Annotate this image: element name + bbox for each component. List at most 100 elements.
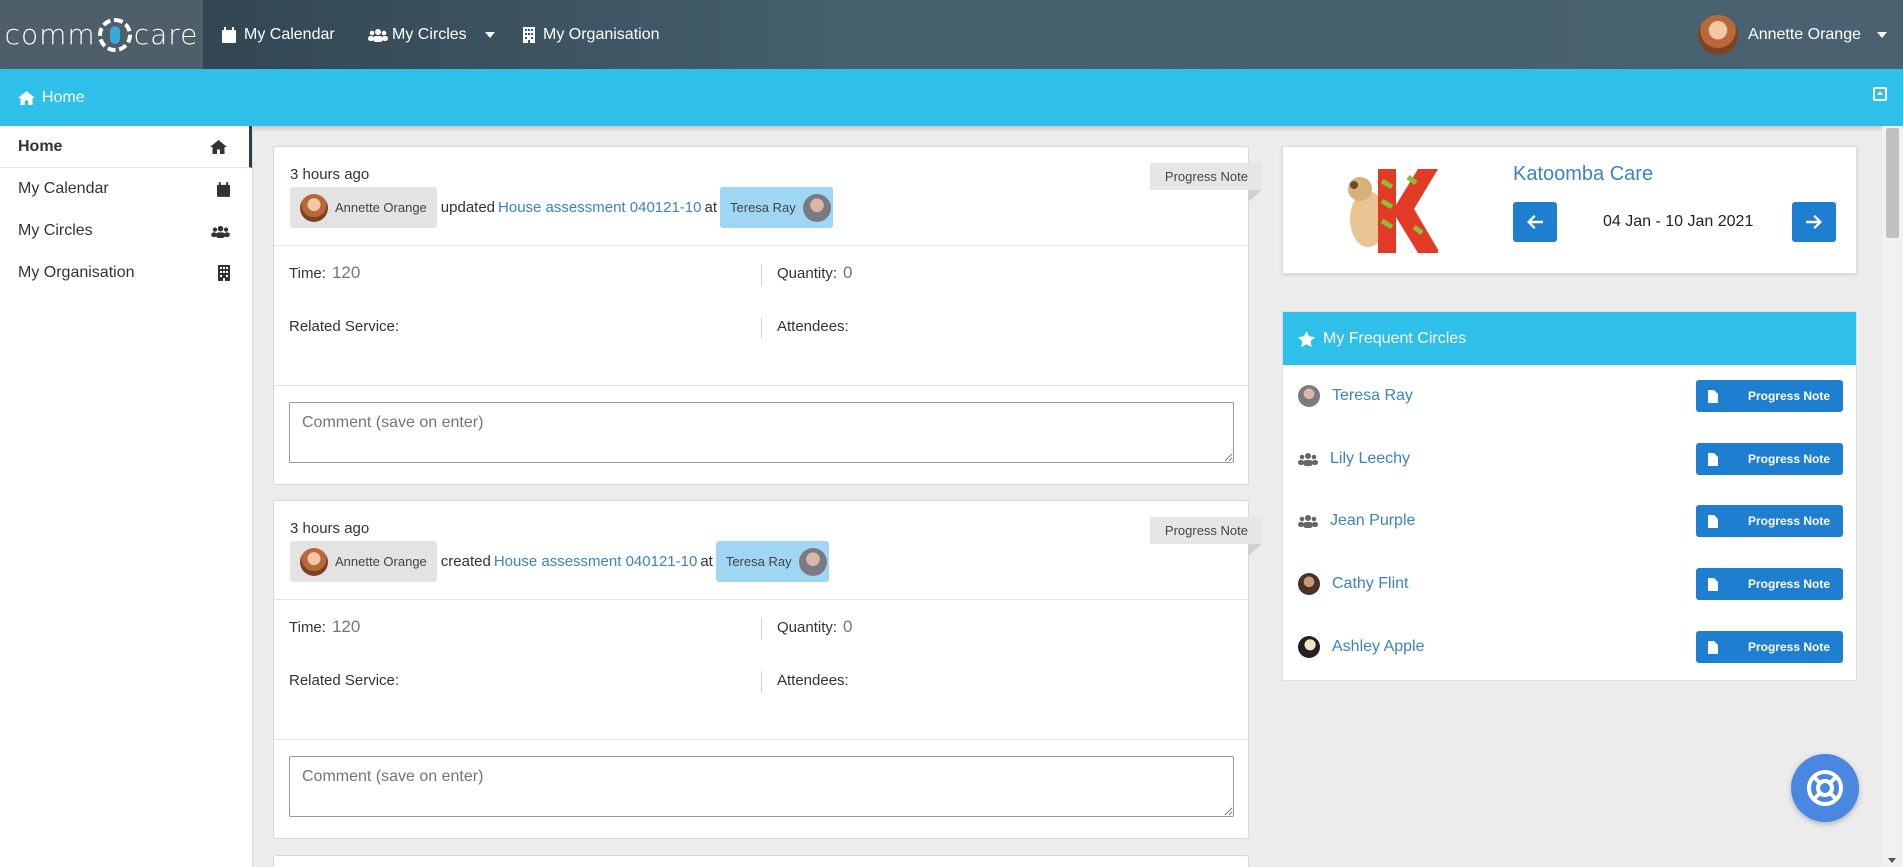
actor-chip[interactable]: Annette Orange (290, 187, 437, 228)
progress-note-button[interactable]: Progress Note (1696, 380, 1843, 412)
document-link[interactable]: House assessment 040121-10 (498, 199, 701, 216)
file-icon (1708, 640, 1718, 654)
comment-input[interactable] (289, 756, 1234, 817)
quantity-label: Quantity: (777, 265, 838, 282)
building-icon (218, 265, 230, 281)
feed-card (273, 855, 1249, 867)
progress-note-button-label: Progress Note (1748, 640, 1831, 654)
list-item: Cathy Flint Progress Note (1298, 568, 1843, 600)
list-item: Teresa Ray Progress Note (1298, 380, 1843, 412)
frequent-circles-header: My Frequent Circles (1283, 312, 1856, 365)
quantity-value: 0 (843, 617, 853, 636)
nav-my-calendar-label: My Calendar (244, 25, 335, 43)
circle-name-link[interactable]: Teresa Ray (1332, 387, 1413, 405)
actor-chip[interactable]: Annette Orange (290, 541, 437, 582)
chevron-down-icon (484, 31, 495, 38)
user-name: Annette Orange (1748, 25, 1861, 43)
group-icon (368, 28, 388, 42)
sidebar: Home My Calendar My Circles My Organisat… (0, 126, 253, 867)
avatar (802, 193, 831, 222)
time-value: 120 (331, 263, 361, 282)
avatar (798, 547, 827, 576)
previous-week-button[interactable] (1513, 202, 1557, 242)
document-link[interactable]: House assessment 040121-10 (494, 553, 697, 570)
attendees-label: Attendees: (777, 318, 849, 335)
home-icon (210, 139, 227, 154)
feed-fields: Time: 120 Quantity: 0 Related Service: Att… (274, 246, 1248, 386)
avatar (1298, 636, 1320, 658)
avatar (1698, 14, 1739, 55)
progress-note-button[interactable]: Progress Note (1696, 443, 1843, 475)
related-service-label: Related Service: (289, 318, 400, 335)
commcare-logo[interactable]: comm care (0, 0, 203, 69)
scroll-down-icon[interactable] (1888, 858, 1896, 863)
feed-card-header: 3 hours ago Annette Orange created House… (274, 501, 1263, 600)
feed-verb: created (440, 553, 491, 570)
nav-my-circles-label: My Circles (392, 25, 467, 43)
sidebar-item-label: Home (18, 137, 63, 155)
related-service-label: Related Service: (289, 672, 400, 689)
breadcrumb-home[interactable]: Home (42, 89, 85, 107)
feed-fields: Time: 120 Quantity: 0 Related Service: Att… (274, 600, 1248, 740)
circle-name-link[interactable]: Cathy Flint (1332, 575, 1408, 593)
sidebar-item-my-organisation[interactable]: My Organisation (0, 252, 252, 294)
avatar (1298, 385, 1320, 407)
client-chip[interactable]: Teresa Ray (720, 187, 833, 228)
list-item: Lily Leechy Progress Note (1298, 443, 1843, 475)
nav-my-calendar[interactable]: My Calendar (222, 0, 335, 69)
quantity-field: Quantity: 0 (777, 617, 853, 637)
progress-note-tag: Progress Note (1149, 517, 1263, 556)
frequent-circles-title: My Frequent Circles (1323, 329, 1467, 347)
progress-note-button-label: Progress Note (1748, 514, 1831, 528)
sidebar-item-my-circles[interactable]: My Circles (0, 210, 252, 252)
user-menu[interactable]: Annette Orange (1698, 0, 1887, 69)
time-value: 120 (331, 617, 361, 636)
brand-text-right: care (133, 18, 199, 51)
progress-note-button[interactable]: Progress Note (1696, 631, 1843, 663)
sidebar-item-label: My Circles (18, 222, 93, 239)
star-icon (1298, 330, 1315, 347)
avatar (1298, 573, 1320, 595)
circle-name-link[interactable]: Lily Leechy (1330, 450, 1410, 468)
actor-name: Annette Orange (335, 200, 427, 215)
progress-note-button-label: Progress Note (1748, 577, 1831, 591)
arrow-left-icon (1527, 215, 1543, 229)
circle-name-link[interactable]: Ashley Apple (1332, 638, 1425, 656)
collapse-icon[interactable] (1873, 87, 1887, 101)
client-chip[interactable]: Teresa Ray (715, 541, 829, 582)
client-name: Teresa Ray (730, 200, 796, 215)
building-icon (523, 26, 535, 43)
arrow-right-icon (1806, 215, 1822, 229)
actor-name: Annette Orange (335, 554, 427, 569)
nav-my-circles[interactable]: My Circles (368, 0, 495, 69)
field-divider (761, 671, 762, 693)
nav-my-organisation[interactable]: My Organisation (523, 0, 660, 69)
page-scrollbar[interactable] (1882, 126, 1903, 867)
field-divider (761, 317, 762, 339)
brand-text-left: comm (4, 18, 96, 51)
home-icon (18, 90, 35, 105)
field-divider (761, 618, 762, 640)
progress-note-button[interactable]: Progress Note (1696, 505, 1843, 537)
attendees-label: Attendees: (777, 672, 849, 689)
sidebar-item-my-calendar[interactable]: My Calendar (0, 168, 252, 210)
feed-time: 3 hours ago (290, 166, 370, 183)
list-item: Jean Purple Progress Note (1298, 505, 1843, 537)
circle-name-link[interactable]: Jean Purple (1330, 512, 1415, 530)
feed-card-header: 3 hours ago Annette Orange updated House… (274, 147, 1263, 246)
next-week-button[interactable] (1792, 202, 1836, 242)
feed-verb: updated (440, 199, 496, 216)
progress-note-button[interactable]: Progress Note (1696, 568, 1843, 600)
scrollbar-thumb[interactable] (1886, 128, 1899, 238)
sidebar-item-home[interactable]: Home (0, 126, 252, 168)
sidebar-item-label: My Calendar (18, 180, 109, 197)
help-button[interactable] (1791, 754, 1859, 822)
breadcrumb: Home (0, 69, 1903, 126)
quantity-field: Quantity: 0 (777, 263, 853, 283)
avatar (300, 547, 328, 576)
feed-card: 3 hours ago Annette Orange created House… (273, 500, 1263, 839)
organisation-name[interactable]: Katoomba Care (1513, 163, 1653, 186)
frequent-circles-panel: My Frequent Circles Teresa Ray Progress … (1282, 311, 1857, 681)
avatar (300, 193, 328, 222)
comment-input[interactable] (289, 402, 1234, 463)
